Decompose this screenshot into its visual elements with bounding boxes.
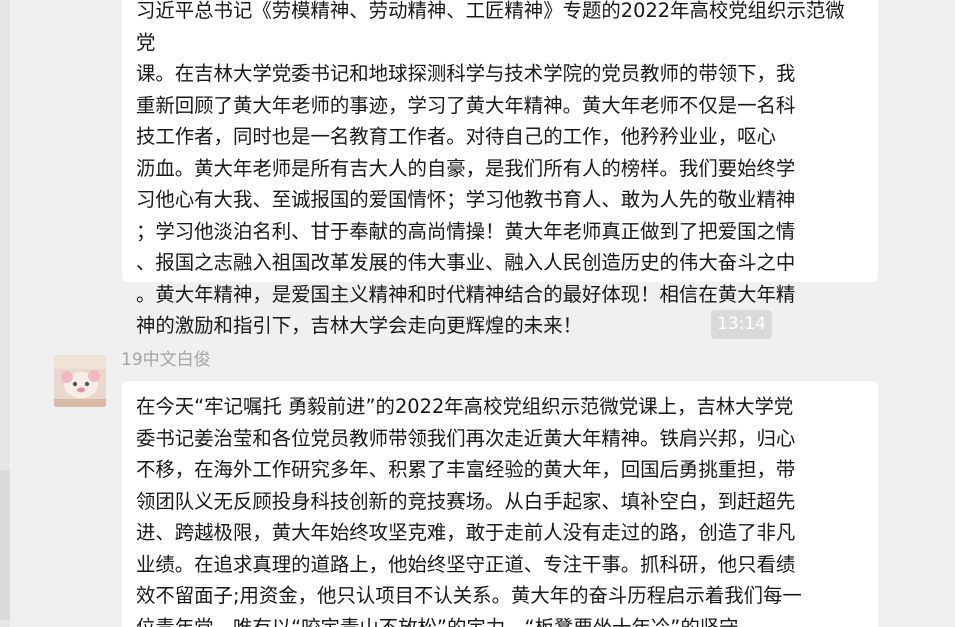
left-panel-scrollbar[interactable] [0, 470, 10, 620]
message-bubble[interactable]: 习近平总书记《劳模精神、劳动精神、工匠精神》专题的2022年高校党组织示范微党 … [122, 0, 878, 337]
message-text: 在今天“牢记嘱托 勇毅前进”的2022年高校党组织示范微党课上，吉林大学党 委书… [136, 395, 802, 627]
timestamp-badge: 13:14 [711, 310, 772, 339]
user-avatar-icon[interactable] [54, 355, 106, 407]
chat-message-area[interactable]: 习近平总书记《劳模精神、劳动精神、工匠精神》专题的2022年高校党组织示范微党 … [0, 0, 955, 627]
message-text: 习近平总书记《劳模精神、劳动精神、工匠精神》专题的2022年高校党组织示范微党 … [136, 0, 845, 337]
message-bubble[interactable]: 在今天“牢记嘱托 勇毅前进”的2022年高校党组织示范微党课上，吉林大学党 委书… [122, 381, 878, 627]
sender-name: 19中文白俊 [121, 350, 211, 370]
panel-divider [0, 0, 10, 627]
